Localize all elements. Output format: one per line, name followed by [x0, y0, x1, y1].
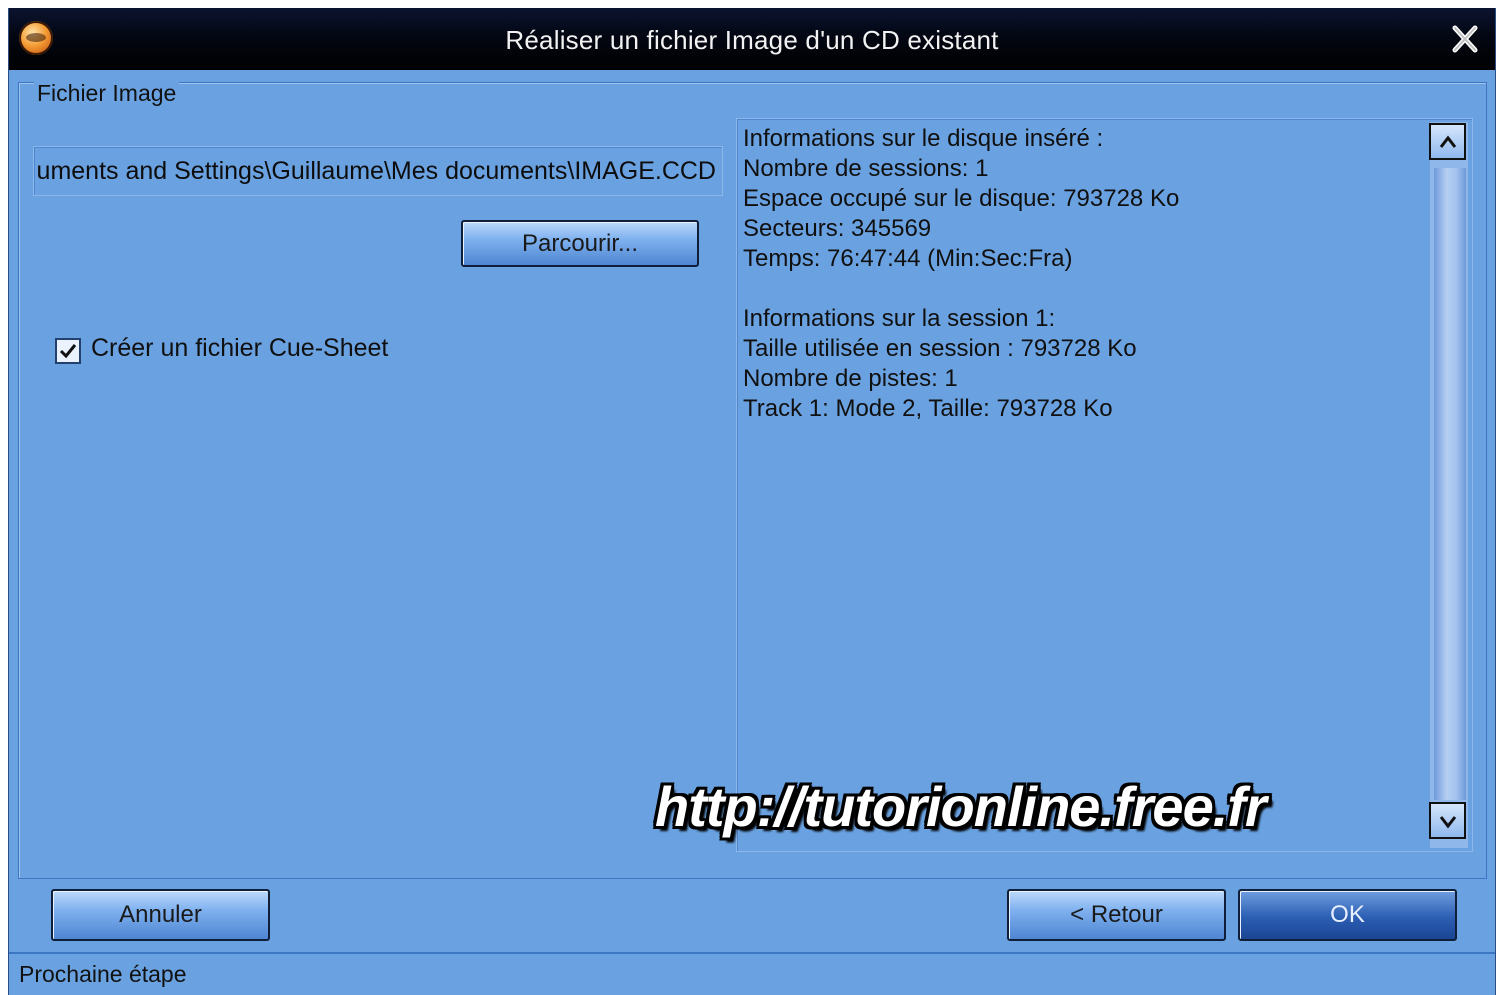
info-line: Secteurs: 345569	[743, 215, 932, 242]
scroll-down-button[interactable]	[1429, 802, 1466, 839]
info-line: Informations sur le disque inséré :	[743, 125, 1104, 152]
group-legend: Fichier Image	[34, 80, 180, 106]
cancel-button[interactable]: Annuler	[51, 889, 270, 941]
dialog-window: Réaliser un fichier Image d'un CD exista…	[8, 8, 1496, 995]
info-line: Nombre de pistes: 1	[743, 365, 958, 392]
window-title: Réaliser un fichier Image d'un CD exista…	[505, 25, 999, 55]
disc-info-text: Informations sur le disque inséré : Nomb…	[743, 124, 1179, 424]
status-text: Prochaine étape	[19, 961, 187, 987]
info-line: Taille utilisée en session : 793728 Ko	[743, 335, 1137, 362]
checkmark-icon	[59, 344, 77, 359]
arrow-up-icon	[1439, 135, 1457, 148]
info-line: Informations sur la session 1:	[743, 305, 1056, 332]
info-line: Nombre de sessions: 1	[743, 155, 989, 182]
ok-button[interactable]: OK	[1238, 889, 1457, 941]
arrow-down-icon	[1439, 816, 1457, 829]
info-line: Track 1: Mode 2, Taille: 793728 Ko	[743, 395, 1113, 422]
close-button[interactable]	[1446, 22, 1484, 56]
scrollbar-track[interactable]	[1434, 168, 1466, 800]
status-divider	[9, 952, 1495, 954]
image-path-field[interactable]: uments and Settings\Guillaume\Mes docume…	[33, 146, 723, 196]
browse-button[interactable]: Parcourir...	[461, 220, 699, 267]
cue-sheet-checkbox[interactable]	[55, 338, 81, 364]
scroll-up-button[interactable]	[1429, 123, 1466, 160]
cue-sheet-label[interactable]: Créer un fichier Cue-Sheet	[91, 334, 388, 363]
close-icon	[1452, 25, 1478, 53]
watermark-url: http://tutorionline.free.fr	[655, 775, 1267, 838]
info-line: Espace occupé sur le disque: 793728 Ko	[743, 185, 1180, 212]
title-bar[interactable]: Réaliser un fichier Image d'un CD exista…	[9, 8, 1495, 70]
info-line: Temps: 76:47:44 (Min:Sec:Fra)	[743, 245, 1073, 272]
image-path-value: uments and Settings\Guillaume\Mes docume…	[36, 157, 716, 185]
back-button[interactable]: < Retour	[1007, 889, 1226, 941]
